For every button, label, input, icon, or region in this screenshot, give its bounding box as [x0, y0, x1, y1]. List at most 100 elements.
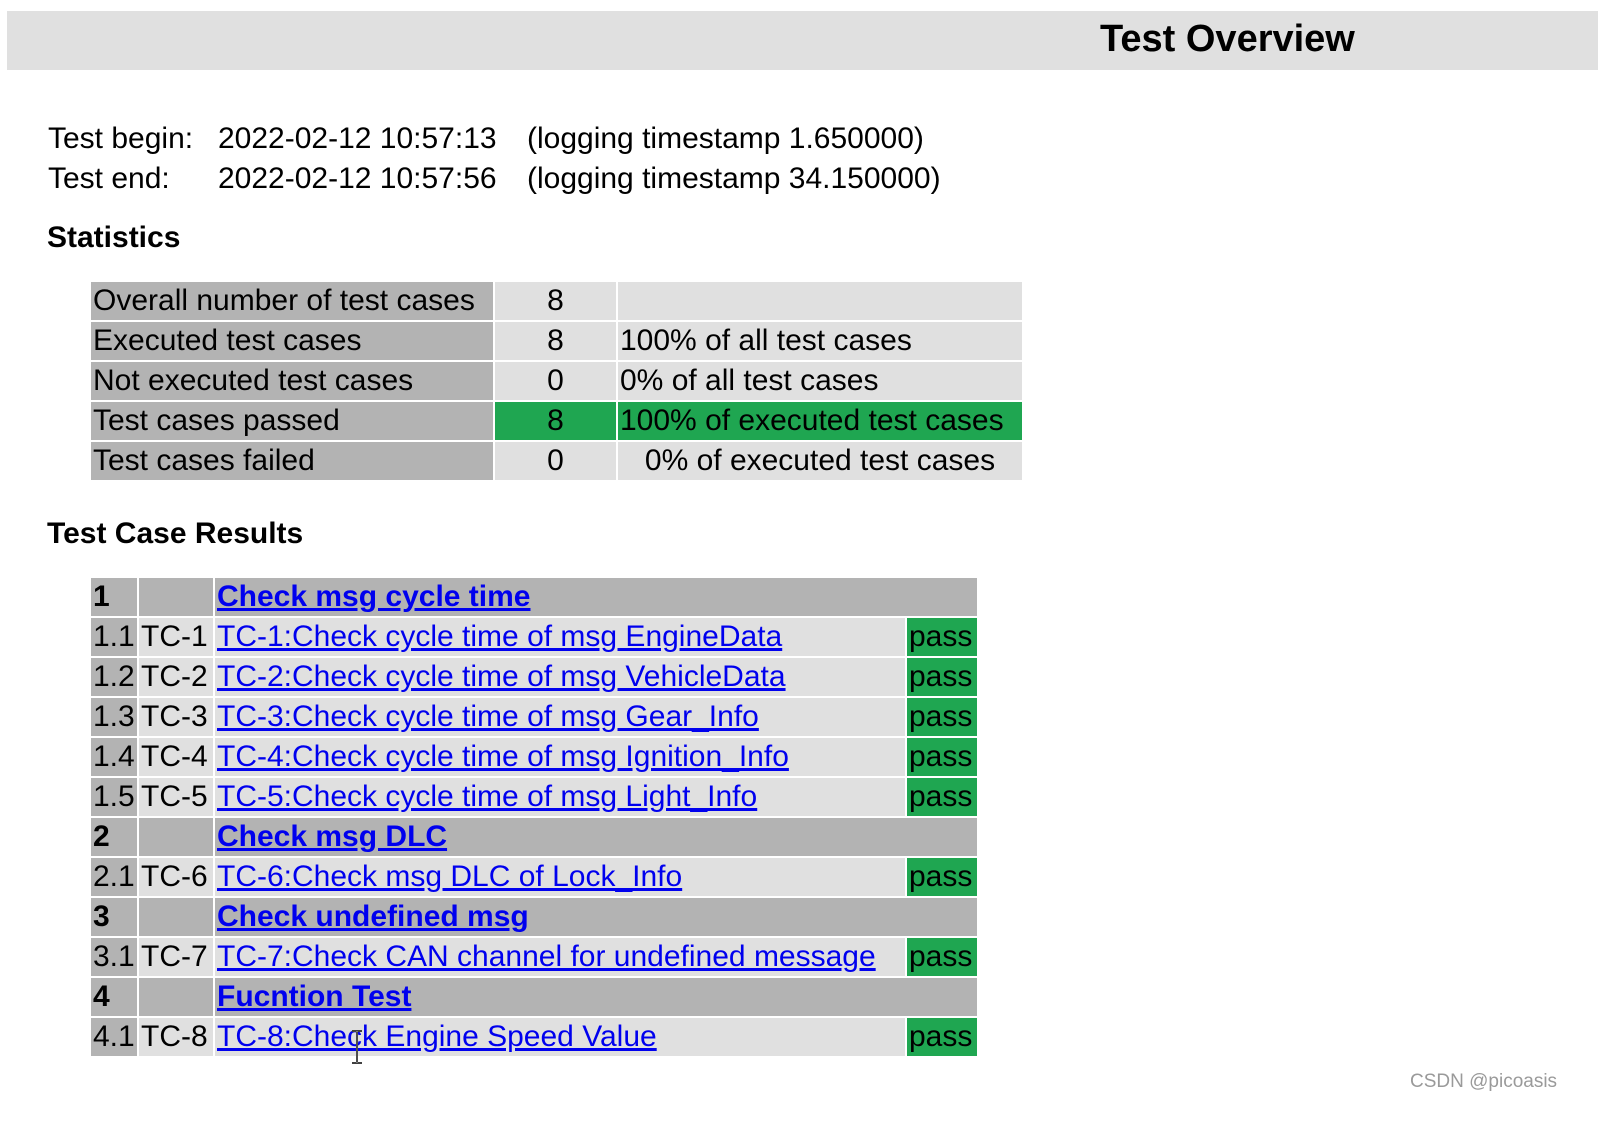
watermark: CSDN @picoasis [1410, 1071, 1558, 1092]
verdict-badge: pass [907, 618, 977, 656]
case-link[interactable]: TC-6:Check msg DLC of Lock_Info [217, 860, 682, 893]
group-row: 2 Check msg DLC [91, 818, 977, 856]
group-id-cell [139, 578, 213, 616]
stats-row-not-executed: Not executed test cases 0 0% of all test… [91, 362, 1022, 400]
stats-count: 0 [495, 442, 616, 480]
test-end-value: 2022-02-12 10:57:56 [218, 162, 497, 195]
case-link[interactable]: TC-8:Check Engine Speed Value [217, 1020, 657, 1053]
group-link[interactable]: Check msg cycle time [217, 580, 531, 613]
test-begin-label: Test begin: [48, 122, 194, 155]
case-index: 1.4 [91, 738, 137, 776]
stats-percent [618, 282, 1022, 320]
case-title-cell: TC-1:Check cycle time of msg EngineData [215, 618, 905, 656]
stats-count: 8 [495, 282, 616, 320]
group-id-cell [139, 978, 213, 1016]
header-bar [7, 11, 1598, 70]
test-time-info: Test begin: 2022-02-12 10:57:13 (logging… [48, 119, 941, 199]
stats-percent: 100% of all test cases [618, 322, 1022, 360]
stats-row-failed: Test cases failed 0 0% of executed test … [91, 442, 1022, 480]
group-link[interactable]: Check msg DLC [217, 820, 447, 853]
test-case-row: 1.3 TC-3 TC-3:Check cycle time of msg Ge… [91, 698, 977, 736]
case-title-cell: TC-3:Check cycle time of msg Gear_Info [215, 698, 905, 736]
verdict-badge: pass [907, 658, 977, 696]
test-case-row: 2.1 TC-6 TC-6:Check msg DLC of Lock_Info… [91, 858, 977, 896]
group-title-cell: Fucntion Test [215, 978, 977, 1016]
test-begin-value: 2022-02-12 10:57:13 [218, 122, 497, 155]
group-row: 4 Fucntion Test [91, 978, 977, 1016]
text-cursor-icon [352, 1030, 362, 1064]
group-index: 4 [91, 978, 137, 1016]
case-link[interactable]: TC-2:Check cycle time of msg VehicleData [217, 660, 786, 693]
case-id: TC-7 [139, 938, 213, 976]
verdict-badge: pass [907, 858, 977, 896]
test-case-row: 4.1 TC-8 TC-8:Check Engine Speed Value p… [91, 1018, 977, 1056]
case-id: TC-3 [139, 698, 213, 736]
stats-label: Overall number of test cases [91, 282, 493, 320]
case-id: TC-2 [139, 658, 213, 696]
case-title-cell: TC-4:Check cycle time of msg Ignition_In… [215, 738, 905, 776]
case-id: TC-6 [139, 858, 213, 896]
case-index: 1.3 [91, 698, 137, 736]
stats-label: Test cases failed [91, 442, 493, 480]
case-title-cell: TC-2:Check cycle time of msg VehicleData [215, 658, 905, 696]
case-index: 1.5 [91, 778, 137, 816]
stats-percent: 100% of executed test cases [618, 402, 1022, 440]
page-title: Test Overview [1100, 18, 1355, 60]
stats-label: Not executed test cases [91, 362, 493, 400]
verdict-badge: pass [907, 738, 977, 776]
results-heading: Test Case Results [47, 517, 304, 550]
case-link[interactable]: TC-3:Check cycle time of msg Gear_Info [217, 700, 759, 733]
group-link[interactable]: Fucntion Test [217, 980, 411, 1013]
verdict-badge: pass [907, 1018, 977, 1056]
group-link[interactable]: Check undefined msg [217, 900, 529, 933]
stats-percent: 0% of executed test cases [618, 442, 1022, 480]
test-case-row: 1.4 TC-4 TC-4:Check cycle time of msg Ig… [91, 738, 977, 776]
case-title-cell: TC-5:Check cycle time of msg Light_Info [215, 778, 905, 816]
case-title-cell: TC-7:Check CAN channel for undefined mes… [215, 938, 905, 976]
group-title-cell: Check msg cycle time [215, 578, 977, 616]
group-title-cell: Check undefined msg [215, 898, 977, 936]
test-case-row: 1.1 TC-1 TC-1:Check cycle time of msg En… [91, 618, 977, 656]
group-row: 3 Check undefined msg [91, 898, 977, 936]
group-id-cell [139, 898, 213, 936]
test-end-label: Test end: [48, 162, 170, 195]
group-index: 2 [91, 818, 137, 856]
test-begin-row: Test begin: 2022-02-12 10:57:13 (logging… [48, 119, 941, 159]
group-index: 1 [91, 578, 137, 616]
stats-count: 8 [495, 322, 616, 360]
results-table: 1 Check msg cycle time 1.1 TC-1 TC-1:Che… [89, 576, 979, 1058]
verdict-badge: pass [907, 938, 977, 976]
case-title-cell: TC-8:Check Engine Speed Value [215, 1018, 905, 1056]
case-index: 4.1 [91, 1018, 137, 1056]
test-case-row: 1.5 TC-5 TC-5:Check cycle time of msg Li… [91, 778, 977, 816]
case-link[interactable]: TC-4:Check cycle time of msg Ignition_In… [217, 740, 789, 773]
test-case-row: 3.1 TC-7 TC-7:Check CAN channel for unde… [91, 938, 977, 976]
verdict-badge: pass [907, 778, 977, 816]
case-id: TC-1 [139, 618, 213, 656]
case-index: 2.1 [91, 858, 137, 896]
stats-row-overall: Overall number of test cases 8 [91, 282, 1022, 320]
test-end-row: Test end: 2022-02-12 10:57:56 (logging t… [48, 159, 941, 199]
case-index: 1.1 [91, 618, 137, 656]
case-link[interactable]: TC-1:Check cycle time of msg EngineData [217, 620, 782, 653]
stats-count: 0 [495, 362, 616, 400]
stats-row-executed: Executed test cases 8 100% of all test c… [91, 322, 1022, 360]
stats-percent: 0% of all test cases [618, 362, 1022, 400]
case-id: TC-8 [139, 1018, 213, 1056]
test-begin-timestamp: (logging timestamp 1.650000) [527, 122, 924, 155]
statistics-table: Overall number of test cases 8 Executed … [89, 280, 1024, 482]
stats-count: 8 [495, 402, 616, 440]
case-id: TC-4 [139, 738, 213, 776]
case-link[interactable]: TC-7:Check CAN channel for undefined mes… [217, 940, 876, 973]
stats-label: Executed test cases [91, 322, 493, 360]
case-title-cell: TC-6:Check msg DLC of Lock_Info [215, 858, 905, 896]
group-id-cell [139, 818, 213, 856]
case-link[interactable]: TC-5:Check cycle time of msg Light_Info [217, 780, 757, 813]
test-end-timestamp: (logging timestamp 34.150000) [527, 162, 941, 195]
test-case-row: 1.2 TC-2 TC-2:Check cycle time of msg Ve… [91, 658, 977, 696]
verdict-badge: pass [907, 698, 977, 736]
stats-row-passed: Test cases passed 8 100% of executed tes… [91, 402, 1022, 440]
stats-label: Test cases passed [91, 402, 493, 440]
case-index: 3.1 [91, 938, 137, 976]
statistics-heading: Statistics [47, 221, 181, 254]
